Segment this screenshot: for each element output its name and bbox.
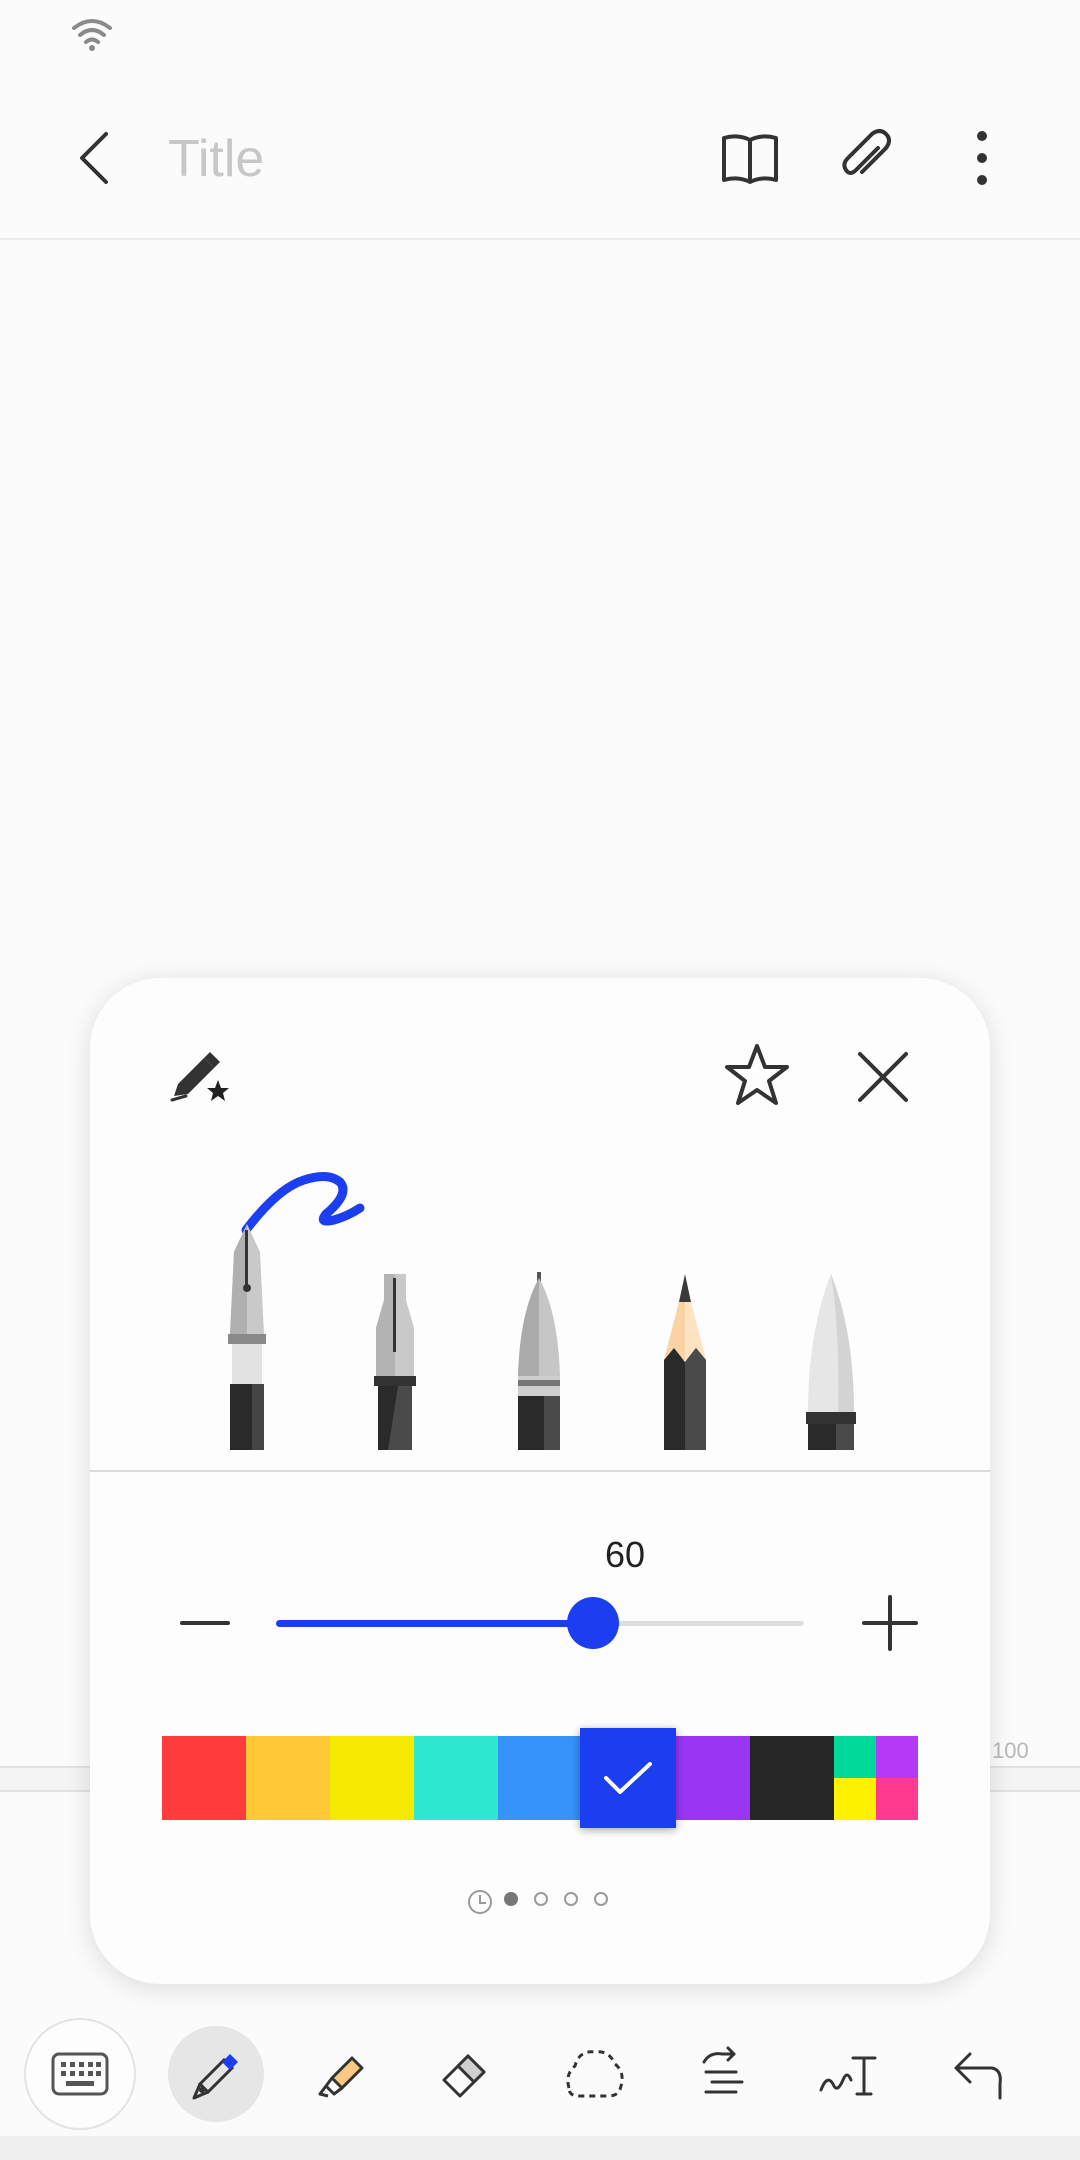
marker-pen-icon[interactable] — [804, 1272, 858, 1450]
color-swatch[interactable] — [414, 1736, 498, 1820]
app-bar — [0, 80, 1080, 240]
pen-settings-panel: 60 — [90, 978, 990, 1984]
page-dot[interactable] — [594, 1892, 608, 1906]
handwriting-to-text-button[interactable] — [794, 2018, 906, 2130]
pencil-icon[interactable] — [658, 1272, 712, 1450]
highlighter-tool-button[interactable] — [286, 2018, 398, 2130]
pen-favorite-icon[interactable] — [164, 1040, 234, 1110]
handwriting-to-text-icon — [819, 2056, 877, 2096]
pen-icon — [192, 2054, 238, 2100]
wifi-icon — [72, 19, 112, 51]
more-colors-button[interactable] — [834, 1736, 918, 1820]
color-palette — [162, 1728, 918, 1828]
attach-icon[interactable] — [834, 126, 898, 190]
back-icon[interactable] — [68, 128, 128, 188]
pen-size-value: 60 — [604, 1534, 646, 1575]
color-swatch[interactable] — [750, 1736, 834, 1820]
status-bar — [0, 0, 1080, 80]
palette-page-indicator — [466, 1888, 626, 1918]
pen-tool-button[interactable] — [168, 2026, 264, 2122]
pen-size-slider[interactable] — [276, 1596, 804, 1650]
star-icon[interactable] — [722, 1040, 792, 1110]
color-swatch[interactable] — [162, 1736, 246, 1820]
page-dot[interactable] — [564, 1892, 578, 1906]
more-options-icon[interactable] — [950, 126, 1014, 190]
page-number: 100 — [992, 1738, 1029, 1763]
color-swatch[interactable] — [246, 1736, 330, 1820]
checkmark-icon — [604, 1762, 652, 1794]
page-dot[interactable] — [504, 1892, 518, 1906]
lasso-tool-button[interactable] — [538, 2018, 650, 2130]
slider-thumb[interactable] — [567, 1597, 619, 1649]
slider-fill — [276, 1620, 593, 1627]
color-swatch[interactable] — [498, 1736, 582, 1820]
undo-button[interactable] — [920, 2018, 1032, 2130]
calligraphy-pen-icon[interactable] — [368, 1272, 422, 1450]
keyboard-icon — [51, 2052, 109, 2096]
page-dot[interactable] — [534, 1892, 548, 1906]
undo-icon — [954, 2052, 1002, 2100]
panel-divider — [90, 1470, 990, 1472]
highlighter-icon — [318, 2056, 364, 2098]
navigation-bar — [0, 2136, 1080, 2160]
recent-colors-icon[interactable] — [466, 1888, 494, 1916]
more-colors-quadrant — [834, 1778, 876, 1820]
title-input[interactable] — [168, 124, 668, 194]
close-icon[interactable] — [848, 1042, 918, 1112]
bottom-toolbar — [0, 2010, 1080, 2144]
book-icon[interactable] — [718, 126, 782, 190]
text-select-tool-button[interactable] — [664, 2018, 776, 2130]
eraser-icon — [442, 2054, 486, 2098]
eraser-tool-button[interactable] — [408, 2018, 520, 2130]
more-colors-quadrant — [834, 1736, 876, 1778]
color-swatch[interactable] — [330, 1736, 414, 1820]
more-colors-quadrant — [876, 1778, 918, 1820]
pen-type-selector — [90, 1148, 990, 1450]
lasso-icon — [566, 2050, 624, 2098]
fountain-pen-icon[interactable] — [220, 1222, 274, 1450]
text-select-icon — [702, 2046, 744, 2094]
color-swatch[interactable] — [666, 1736, 750, 1820]
increase-size-icon[interactable] — [850, 1583, 930, 1663]
more-colors-quadrant — [876, 1736, 918, 1778]
brush-pen-icon[interactable] — [512, 1272, 566, 1450]
color-swatch-selected[interactable] — [580, 1728, 676, 1828]
decrease-size-icon[interactable] — [170, 1588, 240, 1658]
keyboard-button[interactable] — [24, 2018, 136, 2130]
